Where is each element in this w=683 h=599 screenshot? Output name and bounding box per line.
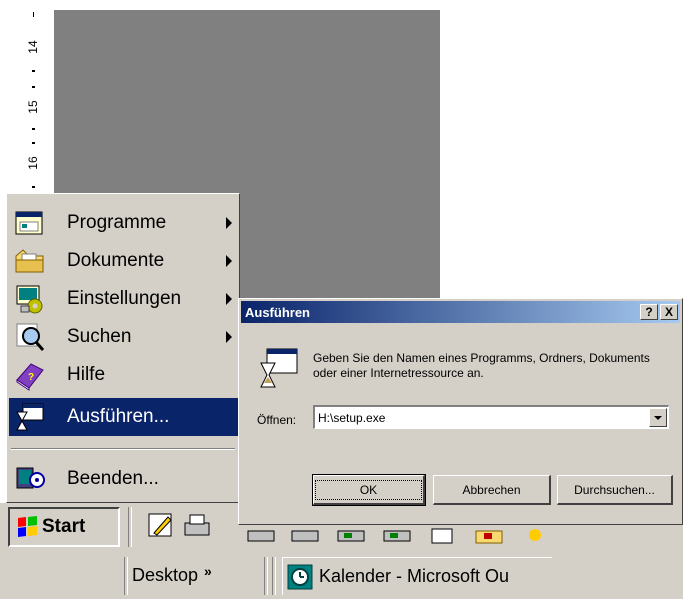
menu-item-label: Beenden...	[67, 468, 159, 489]
taskbar-separator	[128, 507, 132, 547]
chevron-down-icon[interactable]	[649, 408, 667, 427]
task-label: Kalender - Microsoft Ou	[319, 566, 510, 586]
ok-label: OK	[314, 479, 423, 500]
menu-item-label: Dokumente	[67, 250, 165, 271]
open-combobox[interactable]: H:\setup.exe	[313, 405, 669, 429]
ruler-tick	[32, 128, 35, 130]
settings-icon	[16, 285, 43, 314]
menu-item-suchen[interactable]: Suchen	[9, 318, 238, 356]
quick-launch-icon[interactable]	[382, 521, 412, 551]
browse-label: Durchsuchen...	[574, 482, 655, 497]
open-input[interactable]: H:\setup.exe	[318, 411, 385, 425]
taskbar-separator	[264, 557, 268, 595]
menu-separator	[11, 448, 235, 450]
menu-item-label: Programme	[67, 212, 167, 233]
quick-launch-icon[interactable]	[246, 521, 276, 551]
submenu-arrow-icon	[226, 331, 232, 343]
menu-item-programme[interactable]: Programme	[9, 204, 238, 242]
quick-launch-icon[interactable]	[474, 521, 504, 551]
help-button[interactable]: ?	[640, 304, 658, 320]
documents-folder-icon	[15, 249, 44, 273]
quick-launch-edit-icon[interactable]	[146, 511, 176, 541]
run-icon	[16, 403, 44, 431]
svg-text:?: ?	[28, 372, 34, 383]
programs-folder-icon	[15, 211, 43, 235]
quick-launch-icon[interactable]	[520, 521, 550, 551]
open-label: Öffnen:	[257, 413, 297, 427]
ruler-mark-15: 15	[26, 100, 40, 114]
submenu-arrow-icon	[226, 255, 232, 267]
ruler-tick	[32, 70, 35, 72]
vertical-ruler: 14 15 16	[14, 10, 55, 210]
menu-item-label: Hilfe	[67, 364, 106, 385]
start-button[interactable]: Start	[8, 507, 120, 547]
dialog-message: Geben Sie den Namen eines Programms, Ord…	[313, 351, 650, 380]
close-button[interactable]: X	[660, 304, 678, 320]
help-book-icon: ?	[16, 363, 44, 391]
start-menu: Programme Dokumente Einstellungen Suchen	[6, 193, 240, 503]
menu-item-label: Suchen	[67, 326, 132, 347]
ruler-tick	[32, 186, 35, 188]
task-button-kalender[interactable]: Kalender - Microsoft Ou	[282, 557, 552, 595]
cancel-label: Abbrechen	[462, 482, 521, 497]
desktop-label: Desktop	[132, 564, 199, 585]
ok-button[interactable]: OK	[312, 474, 426, 506]
quick-launch-icon[interactable]	[336, 521, 366, 551]
submenu-arrow-icon	[226, 293, 232, 305]
dialog-title: Ausführen	[245, 304, 310, 320]
shutdown-icon	[16, 467, 45, 489]
cancel-button[interactable]: Abbrechen	[433, 475, 551, 505]
search-icon	[16, 323, 45, 351]
quick-launch-printer-icon[interactable]	[182, 511, 212, 541]
outlook-calendar-icon	[287, 564, 313, 589]
start-label: Start	[42, 516, 86, 537]
toolbar-chevron-icon[interactable]: »	[204, 563, 212, 579]
dialog-titlebar[interactable]: Ausführen ? X	[241, 301, 680, 323]
menu-item-beenden[interactable]: Beenden...	[9, 460, 238, 498]
ruler-mark-14: 14	[26, 40, 40, 54]
browse-button[interactable]: Durchsuchen...	[557, 475, 673, 505]
windows-logo-icon	[18, 516, 37, 537]
ruler-tick	[32, 142, 35, 144]
menu-item-label: Einstellungen	[67, 288, 182, 309]
menu-item-label: Ausführen...	[67, 406, 170, 427]
desktop-toolbar[interactable]: Desktop »	[132, 557, 212, 593]
quick-launch-icon[interactable]	[428, 521, 458, 551]
menu-item-dokumente[interactable]: Dokumente	[9, 242, 238, 280]
ruler-tick	[32, 86, 35, 88]
submenu-arrow-icon	[226, 217, 232, 229]
ruler-tick	[33, 12, 34, 17]
menu-item-hilfe[interactable]: ? Hilfe	[9, 356, 238, 394]
ruler-mark-16: 16	[26, 156, 40, 170]
run-icon	[260, 348, 298, 388]
menu-item-einstellungen[interactable]: Einstellungen	[9, 280, 238, 318]
taskbar-separator	[272, 557, 276, 595]
quick-launch-icon[interactable]	[290, 521, 320, 551]
menu-item-ausfuehren[interactable]: Ausführen...	[9, 398, 238, 436]
run-dialog: Ausführen ? X Geben Sie den Namen eines …	[238, 298, 683, 525]
taskbar-separator	[124, 557, 128, 595]
